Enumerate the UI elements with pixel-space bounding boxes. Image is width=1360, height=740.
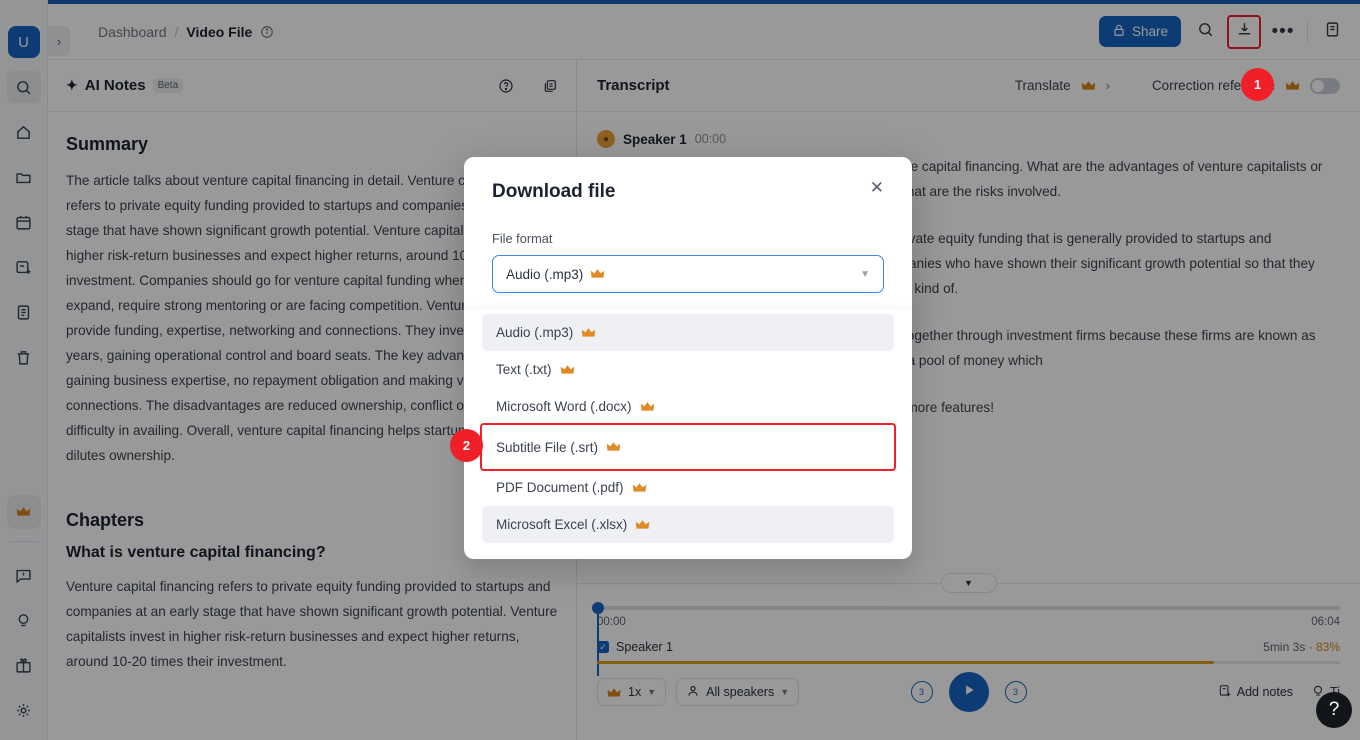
crown-icon bbox=[635, 519, 650, 531]
download-file-modal: Download file ✕ File format Audio (.mp3)… bbox=[464, 157, 912, 323]
dropdown-option-word-docx[interactable]: Microsoft Word (.docx) bbox=[482, 388, 894, 425]
dropdown-option-label: Microsoft Excel (.xlsx) bbox=[496, 517, 628, 532]
dropdown-option-label: Microsoft Word (.docx) bbox=[496, 399, 632, 414]
chevron-down-icon: ▼ bbox=[860, 268, 870, 280]
step-badge-2: 2 bbox=[450, 429, 483, 462]
crown-icon bbox=[590, 268, 605, 280]
close-icon[interactable]: ✕ bbox=[870, 179, 884, 196]
dropdown-option-text-txt[interactable]: Text (.txt) bbox=[482, 351, 894, 388]
dropdown-option-label: Audio (.mp3) bbox=[496, 325, 574, 340]
dropdown-option-subtitle-srt[interactable]: Subtitle File (.srt) bbox=[480, 423, 896, 471]
modal-header: Download file ✕ bbox=[492, 179, 884, 203]
dropdown-option-pdf[interactable]: PDF Document (.pdf) bbox=[482, 469, 894, 506]
dropdown-option-audio-mp3[interactable]: Audio (.mp3) bbox=[482, 314, 894, 351]
dropdown-option-label: PDF Document (.pdf) bbox=[496, 480, 624, 495]
dropdown-option-label: Text (.txt) bbox=[496, 362, 552, 377]
file-format-selected-value: Audio (.mp3) bbox=[506, 266, 584, 282]
file-format-select[interactable]: Audio (.mp3) ▼ bbox=[492, 255, 884, 293]
crown-icon bbox=[581, 327, 596, 339]
crown-icon bbox=[606, 441, 621, 453]
crown-icon bbox=[560, 364, 575, 376]
dropdown-option-excel-xlsx[interactable]: Microsoft Excel (.xlsx) bbox=[482, 506, 894, 543]
file-format-label: File format bbox=[492, 231, 553, 246]
step-badge-1: 1 bbox=[1241, 68, 1274, 101]
modal-title: Download file bbox=[492, 181, 616, 202]
dropdown-option-label: Subtitle File (.srt) bbox=[496, 439, 599, 455]
file-format-dropdown: Audio (.mp3) Text (.txt) Microsoft Word … bbox=[464, 310, 912, 559]
app-root: U Dashboard / Video File Share ••• › ✦ A… bbox=[0, 0, 1360, 740]
help-fab-button[interactable]: ? bbox=[1316, 692, 1352, 728]
crown-icon bbox=[632, 482, 647, 494]
crown-icon bbox=[640, 401, 655, 413]
